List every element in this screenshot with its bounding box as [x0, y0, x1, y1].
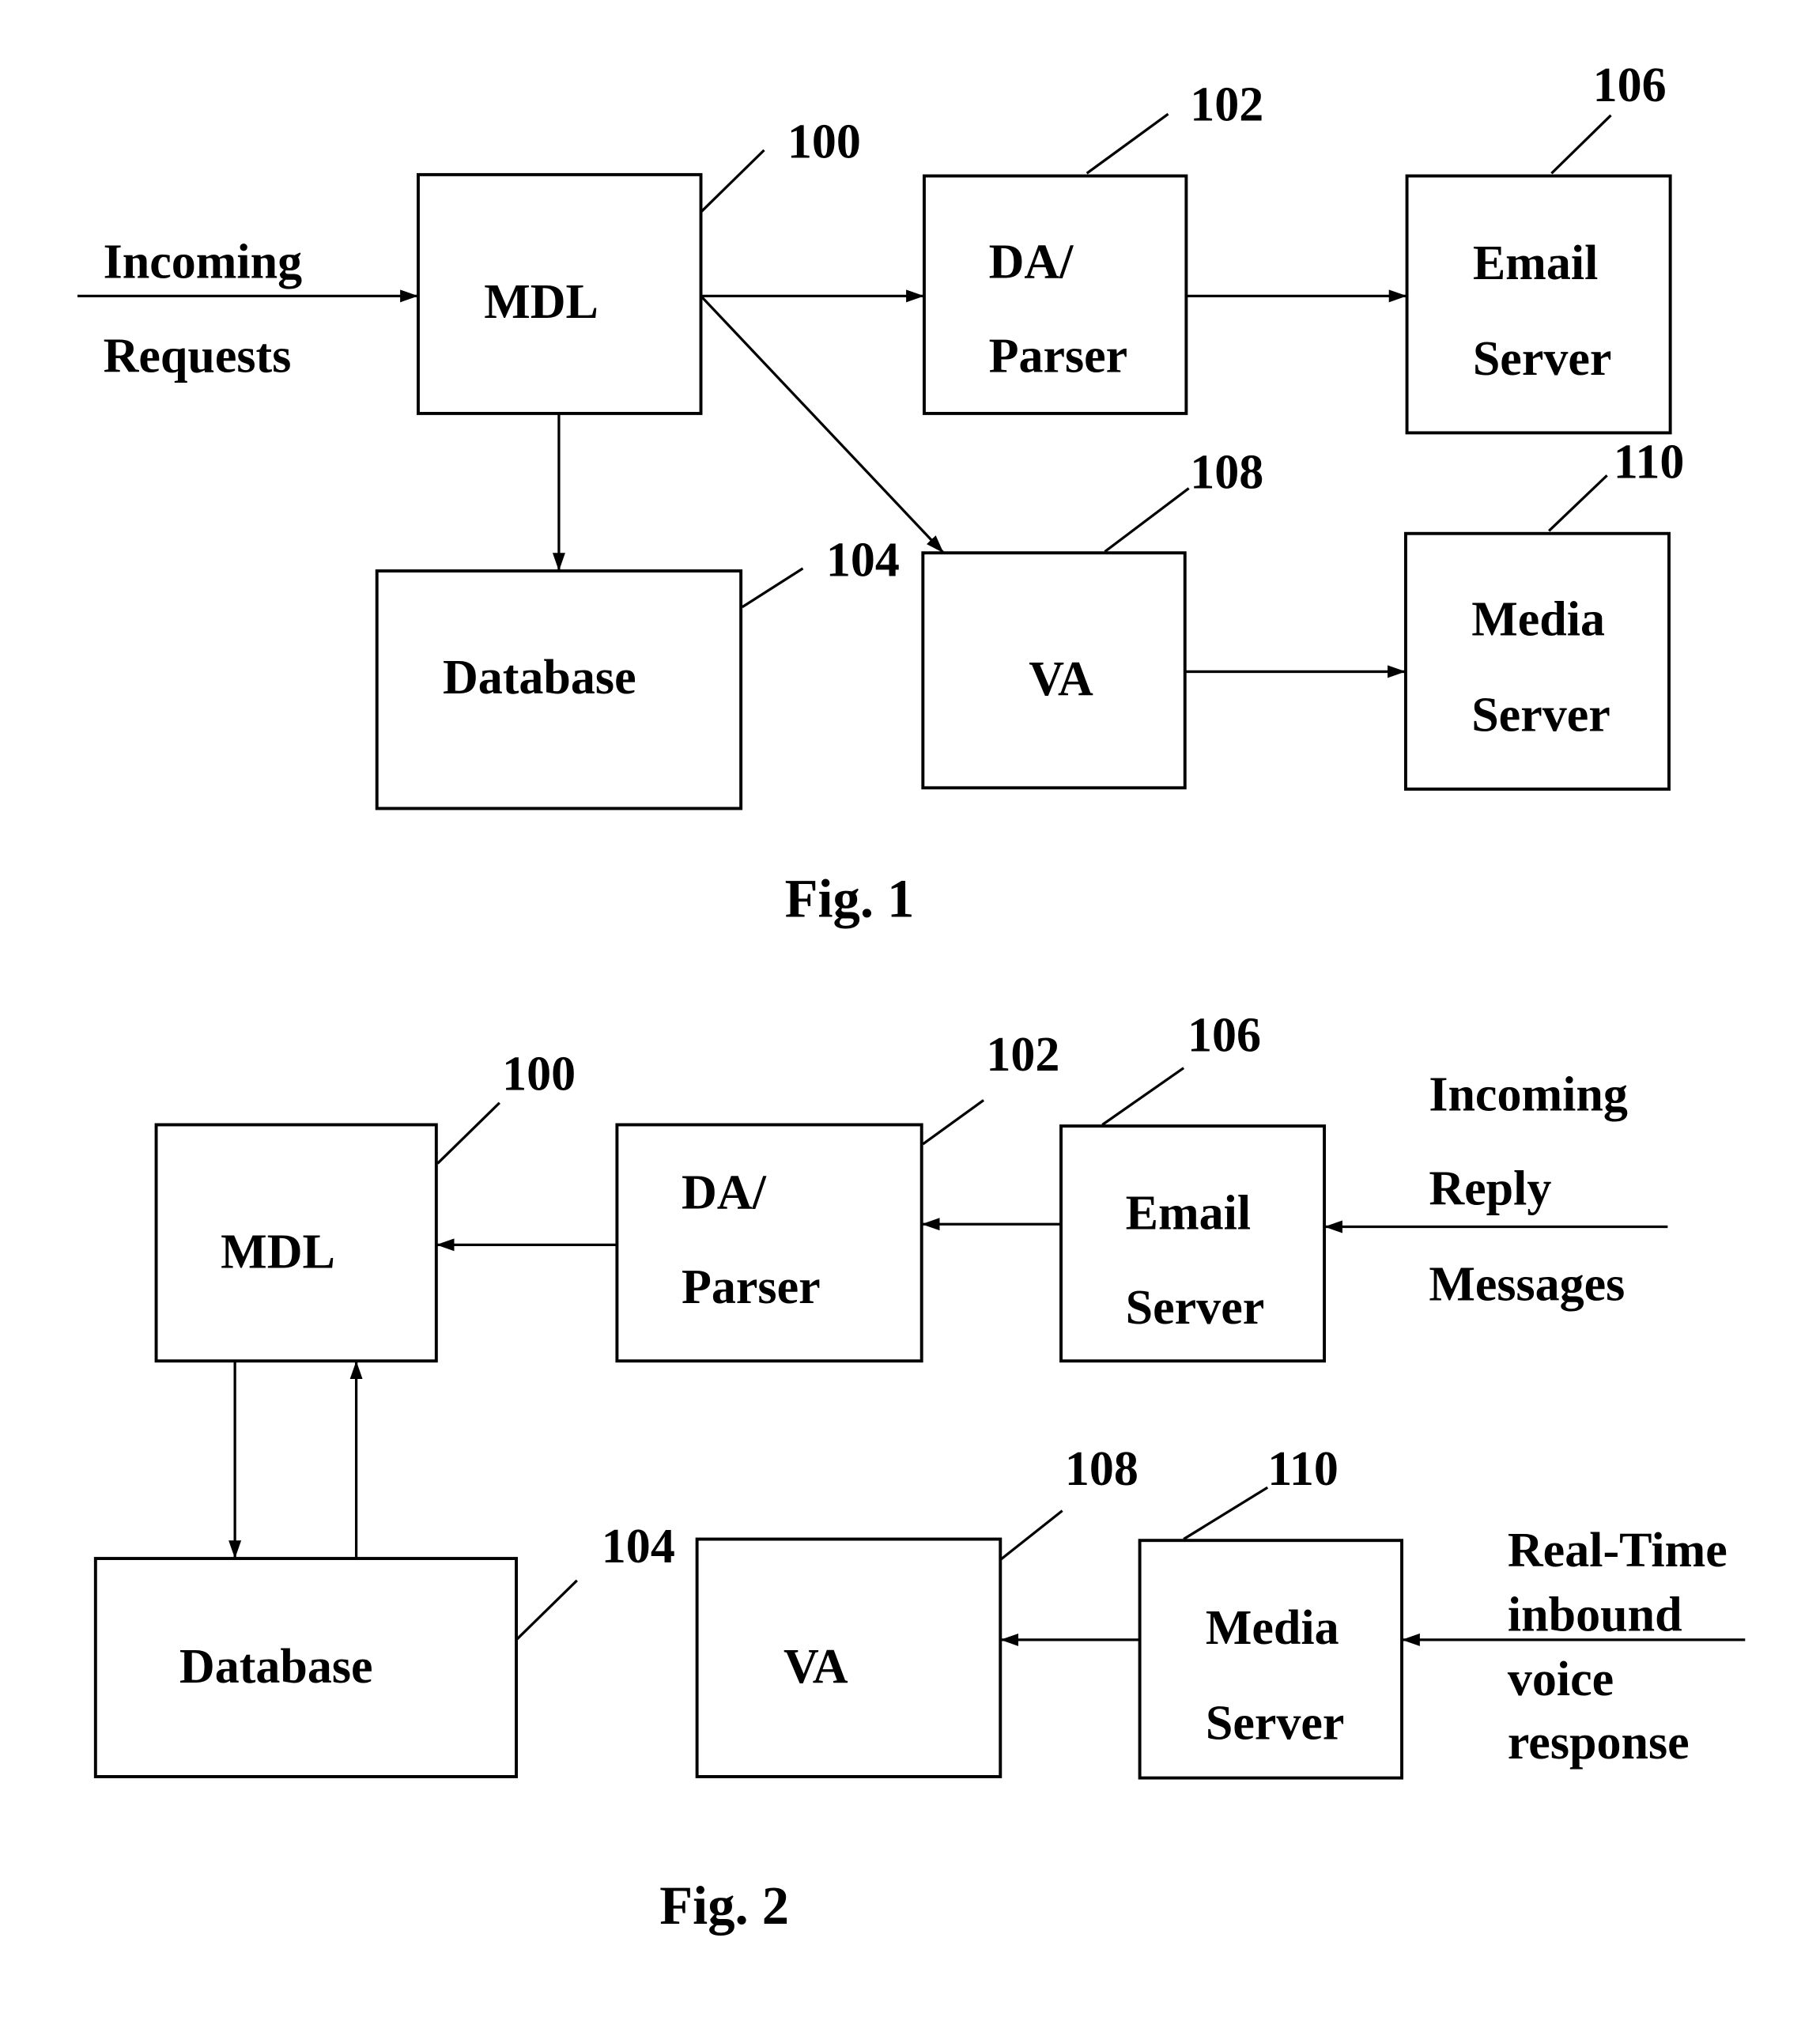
fig1-block-database: Database 104: [375, 534, 900, 810]
fig2-block-va: VA 108: [695, 1442, 1138, 1778]
fig1-media-label-line1: Media: [1471, 593, 1605, 647]
fig2-block-mdl: MDL 100: [154, 1047, 576, 1363]
fig1-mdl-leader: [700, 149, 765, 213]
fig2-email-label-line2: Server: [1126, 1281, 1265, 1335]
patent-diagram: Incoming Requests MDL 100 DA/ Parser 102…: [77, 59, 1746, 1936]
fig1-block-parser: DA/ Parser 102: [922, 77, 1263, 415]
fig2-media-input-label-line1: Real-Time: [1508, 1524, 1727, 1577]
fig1-block-media: Media Server 110: [1403, 436, 1685, 791]
fig2-parser-label-line2: Parser: [682, 1260, 821, 1314]
fig1-email-label-line2: Server: [1473, 332, 1612, 386]
fig2-parser-leader: [922, 1099, 985, 1146]
fig2-media-label-line2: Server: [1206, 1697, 1345, 1751]
fig1-media-leader: [1548, 474, 1608, 532]
fig2-mdl-ref: 100: [502, 1047, 576, 1101]
fig1-database-ref: 104: [826, 534, 900, 587]
fig2-email-ref: 106: [1188, 1008, 1261, 1062]
fig2-parser-ref: 102: [986, 1028, 1059, 1082]
fig2-block-email: Email Server 106: [1059, 1008, 1327, 1363]
fig2-block-database: Database 104: [93, 1520, 675, 1778]
fig2-email-input-label-line1: Incoming: [1429, 1068, 1628, 1122]
figure-1: Incoming Requests MDL 100 DA/ Parser 102…: [77, 59, 1684, 929]
fig2-parser-label-line1: DA/: [682, 1166, 767, 1220]
fig2-va-leader: [999, 1509, 1063, 1561]
fig1-block-va: VA 108: [921, 446, 1263, 790]
fig2-database-leader: [515, 1579, 578, 1641]
fig2-va-label: VA: [784, 1640, 848, 1694]
fig1-arrow-mdl-to-va: [700, 295, 945, 554]
fig1-mdl-ref: 100: [787, 115, 861, 169]
fig2-email-leader: [1101, 1067, 1185, 1126]
fig1-database-label: Database: [443, 651, 636, 705]
fig1-database-leader: [741, 567, 804, 609]
fig2-mdl-label: MDL: [221, 1226, 335, 1279]
fig1-parser-ref: 102: [1190, 77, 1263, 131]
fig2-media-leader: [1183, 1486, 1269, 1540]
fig2-mdl-leader: [436, 1101, 500, 1165]
fig2-media-input-label-line3: voice: [1508, 1653, 1614, 1706]
fig1-parser-label-line1: DA/: [989, 235, 1074, 289]
fig1-input-label-line2: Requests: [104, 330, 292, 383]
fig2-email-input-label-line2: Reply: [1429, 1162, 1551, 1216]
fig2-database-label: Database: [179, 1640, 373, 1694]
fig1-va-ref: 108: [1190, 446, 1263, 500]
fig1-parser-leader: [1086, 112, 1169, 175]
fig1-media-label-line2: Server: [1471, 689, 1610, 742]
fig2-caption: Fig. 2: [659, 1876, 789, 1936]
fig1-block-mdl: MDL 100: [417, 115, 861, 415]
fig2-database-ref: 104: [602, 1520, 675, 1573]
fig1-parser-label-line2: Parser: [989, 330, 1128, 383]
fig1-email-label-line1: Email: [1473, 236, 1599, 290]
fig1-caption: Fig. 1: [785, 869, 915, 929]
fig2-va-ref: 108: [1065, 1442, 1138, 1496]
fig2-media-ref: 110: [1267, 1442, 1339, 1496]
fig1-va-label: VA: [1029, 652, 1093, 706]
fig1-email-ref: 106: [1593, 59, 1667, 112]
fig2-media-input-label-line4: response: [1508, 1716, 1690, 1770]
figure-2: MDL 100 DA/ Parser 102 Email Server 106 …: [93, 1008, 1746, 1936]
fig1-email-leader: [1550, 114, 1612, 175]
fig1-block-email: Email Server 106: [1405, 59, 1672, 435]
fig1-mdl-label: MDL: [484, 275, 598, 329]
fig2-media-label-line1: Media: [1206, 1601, 1339, 1655]
fig2-email-input-label-line3: Messages: [1429, 1258, 1625, 1312]
fig2-email-label-line1: Email: [1126, 1187, 1252, 1241]
fig2-block-media: Media Server 110: [1138, 1442, 1403, 1780]
fig2-media-input-label-line2: inbound: [1508, 1588, 1682, 1641]
fig1-media-ref: 110: [1614, 436, 1685, 489]
fig1-va-leader: [1104, 487, 1190, 553]
fig2-block-parser: DA/ Parser 102: [615, 1028, 1059, 1363]
fig1-input-label-line1: Incoming: [104, 235, 303, 289]
